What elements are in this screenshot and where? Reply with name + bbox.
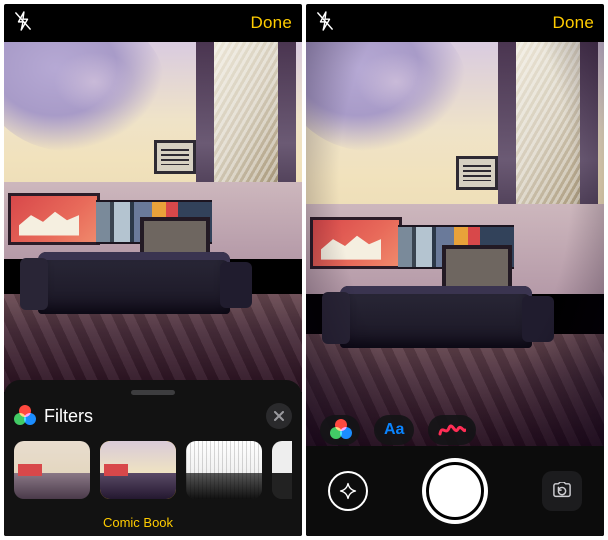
- switch-camera-button[interactable]: [542, 471, 582, 511]
- switch-camera-icon: [551, 482, 573, 500]
- flash-off-icon[interactable]: [14, 10, 32, 37]
- camera-controls: [306, 446, 604, 536]
- done-button[interactable]: Done: [553, 13, 594, 33]
- filter-thumb-ink[interactable]: [186, 441, 262, 499]
- top-bar: Done: [4, 4, 302, 42]
- filter-thumb-noir[interactable]: [272, 441, 292, 499]
- filter-thumb-original[interactable]: [14, 441, 90, 499]
- camera-preview: [4, 42, 302, 392]
- effects-bar: Aa: [306, 410, 604, 450]
- panel-title: Filters: [44, 406, 258, 427]
- panel-grabber[interactable]: [131, 390, 175, 395]
- selected-filter-label: Comic Book: [100, 515, 176, 530]
- camera-preview: [306, 42, 604, 448]
- shapes-effect-button[interactable]: [428, 415, 476, 445]
- screenshot-camera-controls: Done Aa: [306, 4, 604, 536]
- filters-panel: Filters Comic Book: [4, 380, 302, 536]
- effects-toggle-button[interactable]: [328, 471, 368, 511]
- text-effect-button[interactable]: Aa: [374, 415, 414, 445]
- close-panel-button[interactable]: [266, 403, 292, 429]
- star-icon: [338, 481, 358, 501]
- shutter-button[interactable]: [422, 458, 488, 524]
- filter-thumbnails: [14, 441, 292, 499]
- squiggle-icon: [438, 422, 466, 438]
- screenshot-filters-panel: Done Filters: [4, 4, 302, 536]
- flash-off-icon[interactable]: [316, 10, 334, 37]
- done-button[interactable]: Done: [251, 13, 292, 33]
- filters-icon: [14, 405, 36, 427]
- text-icon: Aa: [384, 421, 404, 439]
- filters-button[interactable]: [320, 415, 360, 445]
- filters-icon: [330, 419, 350, 441]
- top-bar: Done: [306, 4, 604, 42]
- filter-thumb-comic-book[interactable]: [100, 441, 176, 499]
